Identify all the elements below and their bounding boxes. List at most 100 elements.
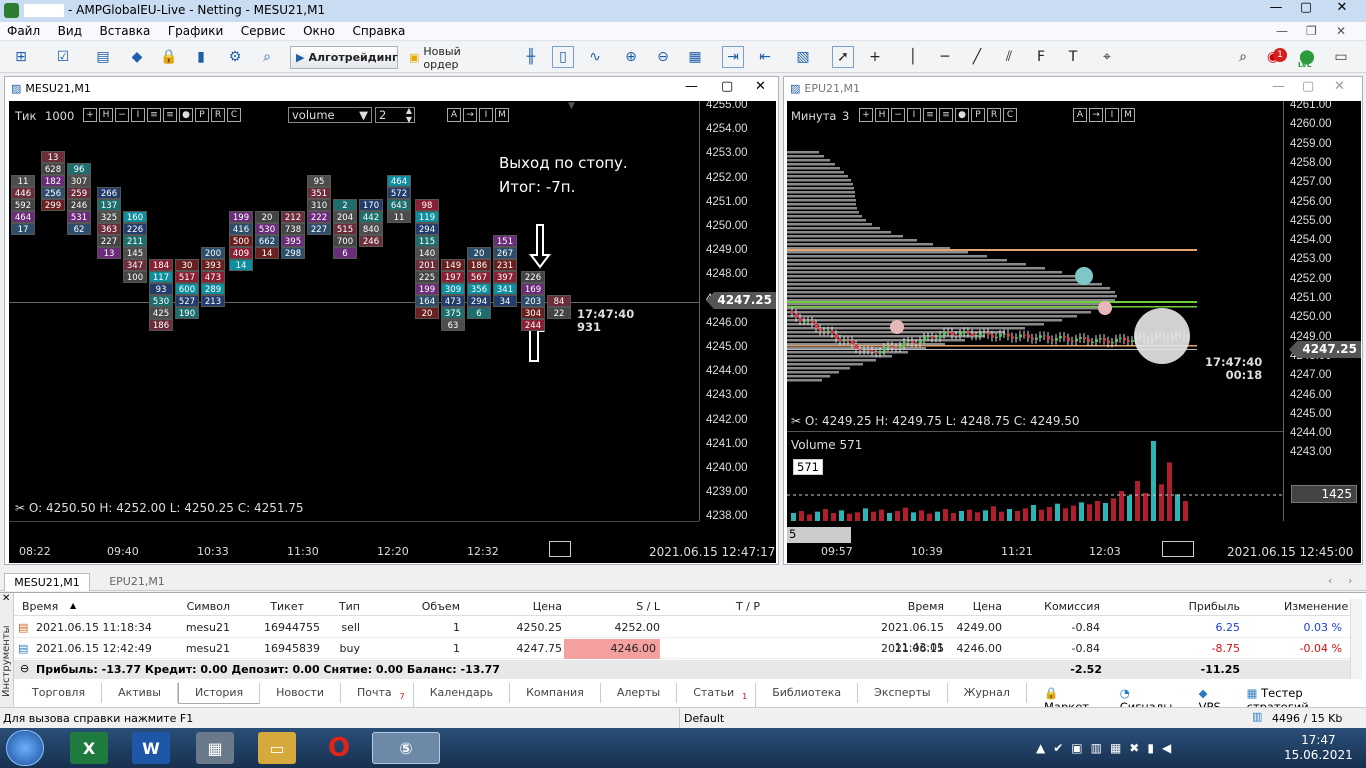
- strategy-icon[interactable]: ◆: [126, 46, 148, 68]
- column-header[interactable]: Тип: [334, 597, 360, 616]
- minimize-button[interactable]: —: [1262, 0, 1290, 20]
- summary-collapse-icon[interactable]: ⊖: [20, 662, 29, 675]
- close-button[interactable]: ✕: [1322, 0, 1362, 20]
- left-max-button[interactable]: ▢: [721, 79, 733, 94]
- toolbox-tab-11[interactable]: Журнал: [948, 683, 1027, 703]
- tray-icons[interactable]: ▲✔▣▥▦✖▮◀: [1036, 741, 1179, 755]
- menu-insert[interactable]: Вставка: [92, 22, 157, 40]
- excel-icon[interactable]: X: [70, 732, 108, 764]
- toolbox-tab-3[interactable]: Новости: [260, 683, 341, 703]
- table-row[interactable]: ▤ 2021.06.15 11:18:34 mesu21 16944755 sell 1 4…: [14, 618, 1350, 654]
- zoom-out-icon[interactable]: ⊖: [652, 46, 674, 68]
- toolbox-tab-4[interactable]: Почта 7: [341, 683, 414, 708]
- horizontal-line-icon[interactable]: ─: [934, 46, 956, 68]
- tile-icon[interactable]: ▦: [684, 46, 706, 68]
- shapes-icon[interactable]: ⌖: [1096, 46, 1118, 68]
- cursor-icon[interactable]: ➚: [832, 46, 854, 68]
- toolbox-tab-5[interactable]: Календарь: [414, 683, 511, 703]
- right-price-axis[interactable]: 4261.00 4260.00 4259.00 4258.00 4257.00 4256.…: [1283, 101, 1361, 521]
- left-chart-area[interactable]: Тик 1000 + H − I ≡ ≡ ● P R C volume ▼ 2 ▲ ▼ A → I M ▼ В…: [9, 101, 776, 563]
- column-header[interactable]: S / L: [604, 597, 660, 616]
- table-row[interactable]: ▤ 2021.06.15 12:42:49 mesu21 16945839 buy 1 42…: [14, 639, 1350, 675]
- start-button[interactable]: [6, 730, 44, 766]
- toolbox-tab-0[interactable]: Торговля: [16, 683, 103, 703]
- tabs-right-arrow-icon[interactable]: ›: [1348, 574, 1352, 587]
- column-header[interactable]: Объем: [404, 597, 460, 616]
- left-close-button[interactable]: ✕: [755, 79, 766, 94]
- mdi-restore-icon[interactable]: ❐: [1306, 24, 1317, 38]
- trendline-icon[interactable]: ╱: [966, 46, 988, 68]
- mdi-min-icon[interactable]: —: [1276, 24, 1288, 38]
- menu-help[interactable]: Справка: [346, 22, 413, 40]
- toolbox-tab-6[interactable]: Компания: [510, 683, 601, 703]
- toolbox-tab-8[interactable]: Статьи 1: [677, 683, 757, 708]
- column-header[interactable]: Время: [854, 597, 944, 616]
- left-price-axis[interactable]: 4255.00 4254.00 4253.00 4252.00 4251.00 4250.…: [699, 101, 776, 522]
- left-scroll-box[interactable]: [549, 541, 571, 557]
- menu-charts[interactable]: Графики: [161, 22, 230, 40]
- right-chart-area[interactable]: Минута 3 + H − I ≡ ≡ ● P R C A → I M 17:47:40 00:18 ✂…: [787, 101, 1361, 563]
- column-header[interactable]: Цена: [954, 597, 1002, 616]
- column-header[interactable]: Изменение: [1284, 597, 1348, 616]
- fibo-icon[interactable]: F: [1030, 46, 1052, 68]
- search-market-icon[interactable]: ⌕: [256, 46, 278, 68]
- right-max-button[interactable]: ▢: [1302, 79, 1314, 94]
- toolbox-tab-2[interactable]: История: [177, 683, 261, 704]
- column-header[interactable]: T / P: [704, 597, 760, 616]
- explorer-icon[interactable]: ▭: [258, 732, 296, 764]
- profile-bar: [787, 319, 1062, 322]
- tray-clock[interactable]: 17:47 15.06.2021: [1284, 733, 1353, 763]
- table-scrollbar[interactable]: [1350, 599, 1362, 679]
- algotrading-button[interactable]: ▶ Алготрейдинг: [290, 46, 398, 69]
- toolbox-tab-1[interactable]: Активы: [102, 683, 178, 703]
- column-header[interactable]: Комиссия: [1044, 597, 1100, 616]
- tab-mesu21[interactable]: MESU21,M1: [4, 573, 90, 591]
- lock-icon[interactable]: 🔒: [158, 46, 180, 68]
- crosshair-icon[interactable]: +: [864, 46, 886, 68]
- menu-view[interactable]: Вид: [51, 22, 89, 40]
- right-min-button[interactable]: —: [1272, 79, 1285, 94]
- market-watch-icon[interactable]: ▤: [92, 46, 114, 68]
- search-icon[interactable]: ⌕: [1232, 46, 1254, 68]
- text-icon[interactable]: T: [1062, 46, 1084, 68]
- autoscroll-icon[interactable]: ⇥: [722, 46, 744, 68]
- new-order-icon: ▣: [409, 51, 420, 64]
- column-header[interactable]: Цена: [484, 597, 562, 616]
- word-icon[interactable]: W: [132, 732, 170, 764]
- mdi-close-icon[interactable]: ✕: [1336, 24, 1346, 38]
- profiles-icon[interactable]: ☑: [52, 46, 74, 68]
- shift-icon[interactable]: ⇤: [754, 46, 776, 68]
- candle-chart-icon[interactable]: ▯: [552, 46, 574, 68]
- toolbox-tab-9[interactable]: Библиотека: [756, 683, 859, 703]
- vertical-line-icon[interactable]: │: [902, 46, 924, 68]
- right-scroll-box[interactable]: [1162, 541, 1194, 557]
- column-header[interactable]: Символ: [184, 597, 230, 616]
- toolbox-tab-10[interactable]: Эксперты: [858, 683, 948, 703]
- menu-file[interactable]: Файл: [0, 22, 47, 40]
- vps-icon[interactable]: ⚙: [224, 46, 246, 68]
- column-header[interactable]: Тикет: [264, 597, 304, 616]
- calculator-icon[interactable]: ▦: [196, 732, 234, 764]
- new-chart-icon[interactable]: ⊞: [10, 46, 32, 68]
- toolbox-close-icon[interactable]: ✕: [2, 593, 10, 604]
- zoom-in-icon[interactable]: ⊕: [620, 46, 642, 68]
- account-icon[interactable]: ▭: [1330, 46, 1352, 68]
- metatrader-taskbar-icon[interactable]: ⑤: [372, 732, 440, 764]
- toolbox-tab-7[interactable]: Алерты: [601, 683, 678, 703]
- bar-chart-icon[interactable]: ╫: [520, 46, 542, 68]
- column-header[interactable]: Время: [22, 597, 142, 616]
- left-min-button[interactable]: —: [685, 79, 698, 94]
- opera-icon[interactable]: O: [320, 732, 358, 764]
- column-header[interactable]: Прибыль: [1184, 597, 1240, 616]
- tabs-left-arrow-icon[interactable]: ‹: [1328, 574, 1332, 587]
- menu-window[interactable]: Окно: [296, 22, 342, 40]
- new-order-button[interactable]: ▣ Новый ордер: [403, 45, 505, 71]
- maximize-button[interactable]: ▢: [1292, 0, 1320, 20]
- channel-icon[interactable]: ⫽: [998, 46, 1020, 68]
- signals-icon[interactable]: ▮: [190, 46, 212, 68]
- line-chart-icon[interactable]: ∿: [584, 46, 606, 68]
- templates-icon[interactable]: ▧: [792, 46, 814, 68]
- menu-tools[interactable]: Сервис: [234, 22, 293, 40]
- right-close-button[interactable]: ✕: [1334, 79, 1345, 94]
- tab-epu21[interactable]: EPU21,M1: [94, 573, 180, 591]
